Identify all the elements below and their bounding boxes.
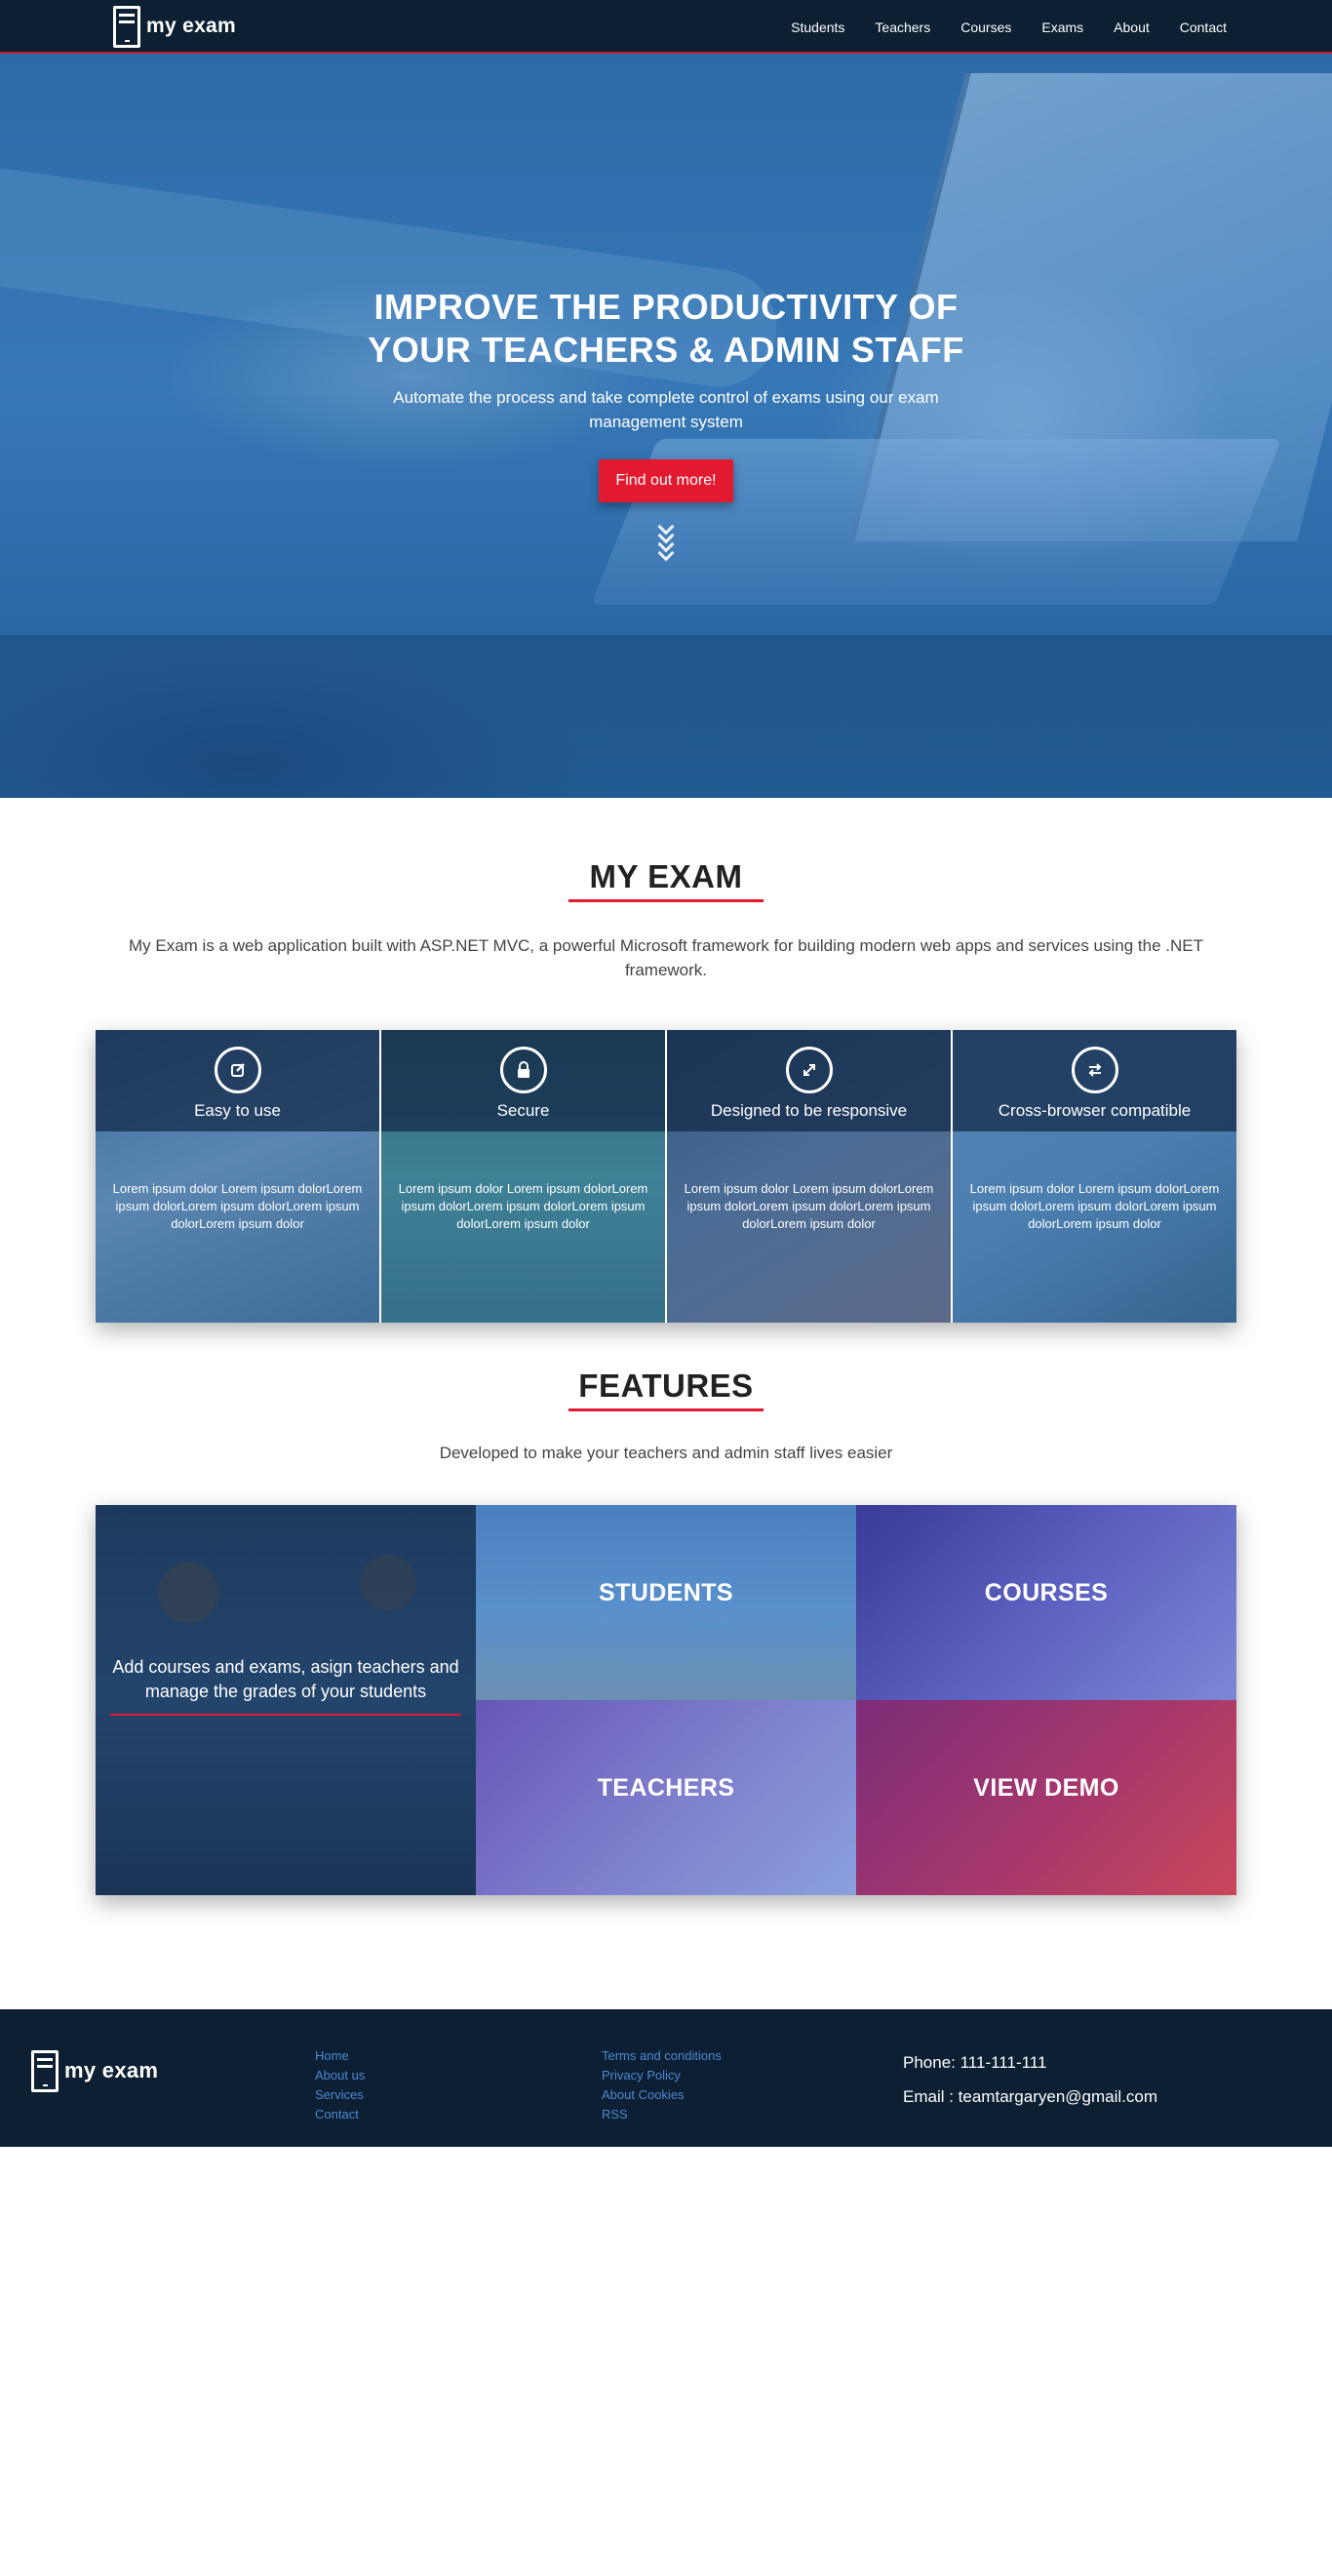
nav-link-exams[interactable]: Exams [1041, 20, 1083, 35]
nav-menu: Students Teachers Courses Exams About Co… [761, 0, 1227, 54]
card-label: Easy to use [194, 1101, 281, 1120]
footer-brand-name: my exam [64, 2058, 159, 2082]
card-text: Lorem ipsum dolor Lorem ipsum dolorLorem… [969, 1181, 1220, 1231]
teachers-tile[interactable]: TEACHERS [476, 1700, 856, 1895]
hero-subtitle: Automate the process and take complete c… [393, 388, 939, 431]
footer-links-legal: Terms and conditions Privacy Policy Abou… [602, 2046, 722, 2124]
footer-email: Email : teamtargaryen@gmail.com [903, 2087, 1158, 2106]
footer-link-privacy[interactable]: Privacy Policy [602, 2066, 722, 2085]
features-title-underline [568, 1408, 764, 1411]
scroll-down-icon[interactable] [0, 518, 1332, 562]
nav-link-contact[interactable]: Contact [1180, 20, 1227, 35]
features-title: FEATURES [578, 1367, 754, 1404]
students-tile[interactable]: STUDENTS [476, 1505, 856, 1700]
footer-link-cookies[interactable]: About Cookies [602, 2085, 722, 2105]
features-grid: Add courses and exams, asign teachers an… [96, 1505, 1236, 1895]
brand-name: my exam [146, 15, 236, 37]
courses-tile-label: COURSES [984, 1578, 1109, 1606]
features-main-tile: Add courses and exams, asign teachers an… [96, 1505, 476, 1895]
footer-contact: Phone: 111-111-111 Email : teamtargaryen… [903, 2045, 1157, 2114]
card-cross-browser: Cross-browser compatible Lorem ipsum dol… [953, 1030, 1236, 1323]
teachers-tile-label: TEACHERS [597, 1773, 735, 1802]
courses-tile[interactable]: COURSES [856, 1505, 1236, 1700]
footer: my exam Home About us Services Contact T… [0, 2009, 1332, 2147]
features-main-underline [110, 1714, 461, 1716]
features-main-text: Add courses and exams, asign teachers an… [112, 1657, 459, 1701]
students-tile-label: STUDENTS [599, 1578, 733, 1606]
about-title: MY EXAM [589, 858, 743, 894]
card-label: Secure [496, 1101, 550, 1120]
card-text: Lorem ipsum dolor Lorem ipsum dolorLorem… [684, 1181, 934, 1231]
footer-brand-logo[interactable]: my exam [31, 2049, 158, 2092]
nav-link-teachers[interactable]: Teachers [875, 20, 930, 35]
card-secure: Secure Lorem ipsum dolor Lorem ipsum dol… [381, 1030, 667, 1323]
lock-icon [499, 1047, 547, 1093]
features-section: FEATURES Developed to make your teachers… [0, 1362, 1332, 2576]
card-easy-to-use: Easy to use Lorem ipsum dolor Lorem ipsu… [96, 1030, 381, 1323]
hero-background-table [0, 635, 1332, 798]
benefit-cards: Easy to use Lorem ipsum dolor Lorem ipsu… [96, 1030, 1236, 1323]
card-text: Lorem ipsum dolor Lorem ipsum dolorLorem… [398, 1181, 648, 1231]
card-header: Cross-browser compatible [953, 1030, 1236, 1131]
card-label: Cross-browser compatible [998, 1101, 1192, 1120]
brand-logo[interactable]: my exam [113, 5, 236, 48]
nav-link-about[interactable]: About [1114, 20, 1150, 35]
footer-link-about-us[interactable]: About us [315, 2066, 365, 2085]
view-demo-tile-label: VIEW DEMO [973, 1773, 1119, 1802]
nav-link-courses[interactable]: Courses [960, 20, 1011, 35]
exchange-icon [1071, 1047, 1118, 1093]
footer-links-main: Home About us Services Contact [315, 2046, 365, 2124]
edit-icon [214, 1047, 261, 1093]
card-text: Lorem ipsum dolor Lorem ipsum dolorLorem… [112, 1181, 363, 1231]
footer-link-contact[interactable]: Contact [315, 2105, 365, 2124]
footer-link-terms[interactable]: Terms and conditions [602, 2046, 722, 2066]
navbar: my exam Students Teachers Courses Exams … [0, 0, 1332, 54]
about-title-underline [568, 899, 764, 902]
view-demo-tile[interactable]: VIEW DEMO [856, 1700, 1236, 1895]
hero-content: IMPROVE THE PRODUCTIVITY OF YOUR TEACHER… [0, 286, 1332, 562]
hero-section: IMPROVE THE PRODUCTIVITY OF YOUR TEACHER… [0, 54, 1332, 798]
footer-link-home[interactable]: Home [315, 2046, 365, 2066]
find-out-more-button[interactable]: Find out more! [599, 459, 733, 502]
hero-title: IMPROVE THE PRODUCTIVITY OF YOUR TEACHER… [368, 287, 964, 370]
card-header: Designed to be responsive [667, 1030, 951, 1131]
expand-icon [785, 1047, 833, 1093]
card-label: Designed to be responsive [710, 1101, 908, 1120]
footer-link-rss[interactable]: RSS [602, 2105, 722, 2124]
features-description: Developed to make your teachers and admi… [439, 1444, 893, 1462]
footer-phone: Phone: 111-111-111 [903, 2053, 1047, 2072]
document-logo-icon [113, 5, 140, 48]
card-header: Secure [381, 1030, 665, 1131]
nav-link-students[interactable]: Students [791, 20, 844, 35]
card-header: Easy to use [96, 1030, 379, 1131]
about-description: My Exam is a web application built with … [128, 936, 1204, 979]
document-logo-icon [31, 2049, 59, 2092]
card-responsive: Designed to be responsive Lorem ipsum do… [667, 1030, 953, 1323]
footer-link-services[interactable]: Services [315, 2085, 365, 2105]
about-section: MY EXAM My Exam is a web application bui… [0, 798, 1332, 1362]
